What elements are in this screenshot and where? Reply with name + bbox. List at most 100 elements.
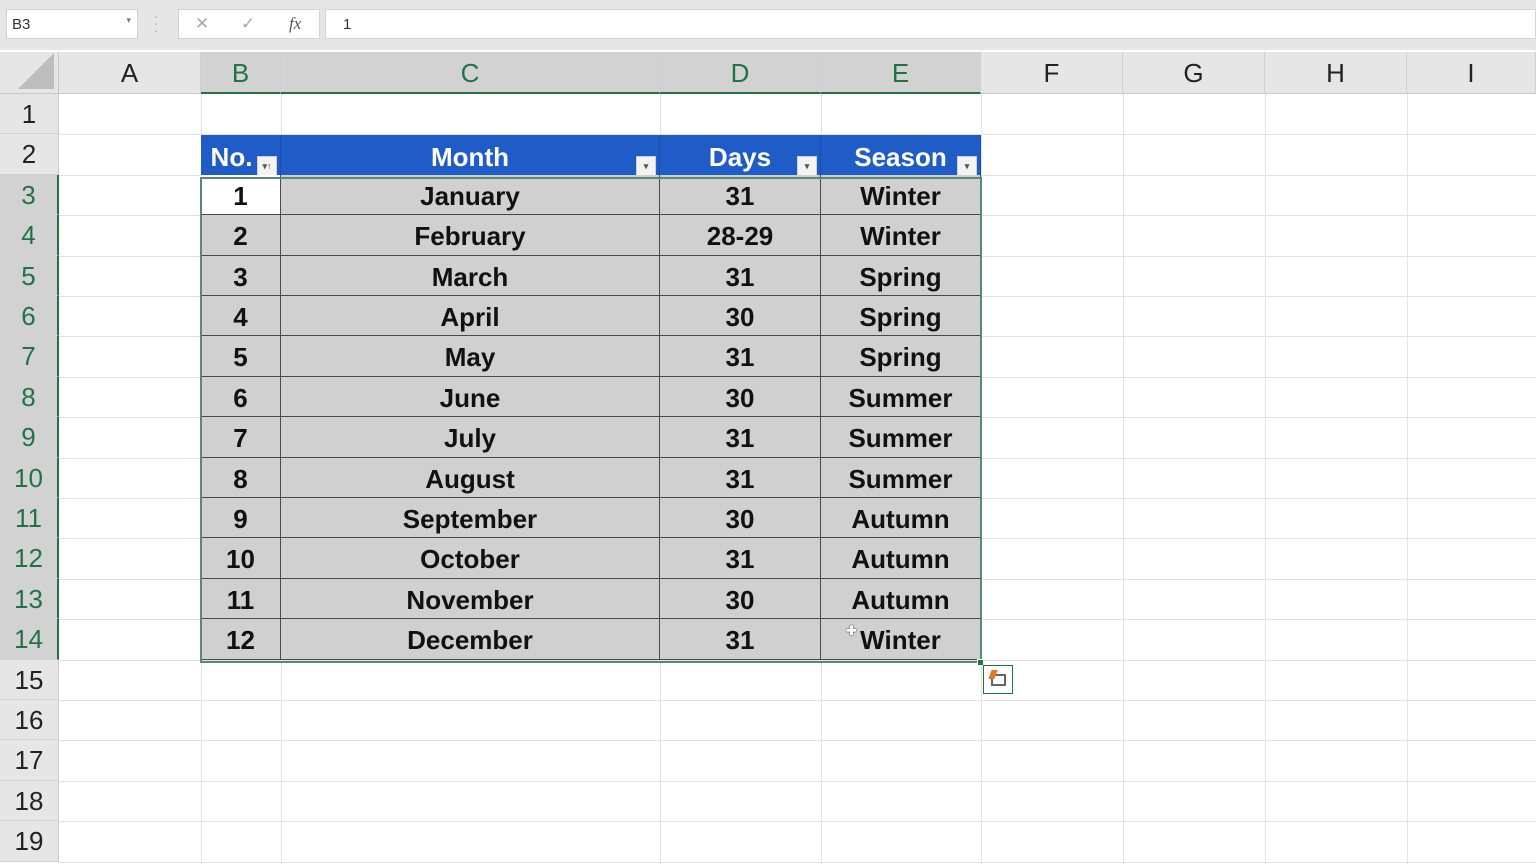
table-cell[interactable]: August (281, 457, 660, 498)
table-cell[interactable]: Spring (821, 255, 981, 296)
table-cell[interactable]: Summer (821, 376, 981, 418)
table-header-label: Month (431, 142, 509, 172)
filter-dropdown-icon[interactable]: ▾ (797, 156, 817, 176)
quick-analysis-button[interactable] (983, 665, 1013, 694)
gridline (1265, 94, 1266, 864)
filter-dropdown-icon[interactable]: ▾ (957, 156, 977, 176)
table-cell[interactable]: 11 (201, 578, 281, 620)
name-box[interactable]: B3 ▾ (6, 9, 138, 39)
table-cell[interactable]: Winter (821, 215, 981, 256)
table-cell[interactable]: March (281, 255, 660, 296)
table-header-label: Days (708, 142, 772, 172)
table-cell[interactable]: April (281, 296, 660, 337)
table-cell[interactable]: July (281, 417, 660, 458)
row-header-15[interactable]: 15 (0, 659, 59, 700)
column-header-b[interactable]: B (201, 52, 281, 94)
table-cell[interactable]: 9 (201, 498, 281, 539)
select-all-corner[interactable] (0, 52, 59, 94)
row-header-4[interactable]: 4 (0, 215, 59, 256)
row-header-3[interactable]: 3 (0, 174, 59, 216)
table-cell[interactable]: Autumn (821, 538, 981, 579)
formula-buttons: ✕ ✓ fx (178, 9, 320, 39)
row-header-18[interactable]: 18 (0, 780, 59, 822)
row-header-6[interactable]: 6 (0, 296, 59, 337)
column-header-h[interactable]: H (1265, 52, 1407, 94)
row-header-11[interactable]: 11 (0, 498, 59, 539)
table-cell[interactable]: Spring (821, 336, 981, 377)
table-cell[interactable]: 31 (660, 174, 821, 216)
table-cell[interactable]: 31 (660, 417, 821, 458)
row-header-17[interactable]: 17 (0, 740, 59, 781)
chevron-down-icon[interactable]: ▾ (126, 15, 131, 26)
table-cell[interactable]: 31 (660, 255, 821, 296)
table-cell[interactable]: January (281, 174, 660, 216)
table-cell[interactable]: 31 (660, 619, 821, 660)
table-header-no[interactable]: No. ▾↑ (201, 135, 281, 178)
table-cell[interactable]: 28-29 (660, 215, 821, 256)
table-cell[interactable]: Winter (821, 174, 981, 216)
cancel-icon[interactable]: ✕ (195, 14, 209, 34)
row-header-5[interactable]: 5 (0, 255, 59, 296)
table-cell[interactable]: Winter (821, 619, 981, 660)
row-header-9[interactable]: 9 (0, 417, 59, 458)
table-header-days[interactable]: Days ▾ (660, 135, 821, 178)
table-cell[interactable]: 30 (660, 376, 821, 418)
row-header-12[interactable]: 12 (0, 538, 59, 579)
row-header-8[interactable]: 8 (0, 376, 59, 418)
table-cell[interactable]: 12 (201, 619, 281, 660)
table-cell[interactable]: 3 (201, 255, 281, 296)
table-cell[interactable]: October (281, 538, 660, 579)
table-cell[interactable]: Spring (821, 296, 981, 337)
column-header-d[interactable]: D (660, 52, 821, 94)
table-cell[interactable]: 31 (660, 457, 821, 498)
table-cell[interactable]: 4 (201, 296, 281, 337)
table-cell[interactable]: February (281, 215, 660, 256)
table-cell[interactable]: 31 (660, 336, 821, 377)
active-cell[interactable]: 1 (201, 174, 281, 216)
sort-filter-icon[interactable]: ▾↑ (257, 156, 277, 176)
row-header-16[interactable]: 16 (0, 700, 59, 741)
table-cell[interactable]: Summer (821, 457, 981, 498)
table-cell[interactable]: Autumn (821, 578, 981, 620)
table-header-season[interactable]: Season ▾ (821, 135, 981, 178)
table-cell[interactable]: Autumn (821, 498, 981, 539)
table-cell[interactable]: 7 (201, 417, 281, 458)
table-cell[interactable]: December (281, 619, 660, 660)
table-cell[interactable]: 5 (201, 336, 281, 377)
table-header-label: No. (210, 142, 253, 172)
row-header-14[interactable]: 14 (0, 619, 59, 660)
table-cell[interactable]: September (281, 498, 660, 539)
gridline (1123, 94, 1124, 864)
table-cell[interactable]: May (281, 336, 660, 377)
table-cell[interactable]: 31 (660, 538, 821, 579)
column-header-g[interactable]: G (1123, 52, 1265, 94)
drag-handle-icon[interactable]: · · · (152, 9, 160, 37)
table-cell[interactable]: Summer (821, 417, 981, 458)
column-header-i[interactable]: I (1407, 52, 1536, 94)
gridline (981, 94, 982, 864)
row-header-7[interactable]: 7 (0, 336, 59, 377)
row-header-13[interactable]: 13 (0, 578, 59, 620)
enter-icon[interactable]: ✓ (241, 14, 255, 34)
table-cell[interactable]: 10 (201, 538, 281, 579)
table-cell[interactable]: November (281, 578, 660, 620)
table-cell[interactable]: 30 (660, 296, 821, 337)
column-header-c[interactable]: C (281, 52, 660, 94)
table-header-month[interactable]: Month ▾ (281, 135, 660, 178)
table-cell[interactable]: 8 (201, 457, 281, 498)
column-header-a[interactable]: A (59, 52, 201, 94)
row-header-19[interactable]: 19 (0, 821, 59, 862)
column-header-f[interactable]: F (981, 52, 1123, 94)
table-cell[interactable]: 6 (201, 376, 281, 418)
formula-input[interactable]: 1 (325, 9, 1536, 39)
table-cell[interactable]: June (281, 376, 660, 418)
filter-dropdown-icon[interactable]: ▾ (636, 156, 656, 176)
table-cell[interactable]: 30 (660, 578, 821, 620)
column-header-e[interactable]: E (821, 52, 981, 94)
insert-function-icon[interactable]: fx (289, 14, 301, 34)
table-cell[interactable]: 30 (660, 498, 821, 539)
row-header-1[interactable]: 1 (0, 94, 59, 135)
row-header-10[interactable]: 10 (0, 457, 59, 498)
row-header-2[interactable]: 2 (0, 134, 59, 175)
table-cell[interactable]: 2 (201, 215, 281, 256)
